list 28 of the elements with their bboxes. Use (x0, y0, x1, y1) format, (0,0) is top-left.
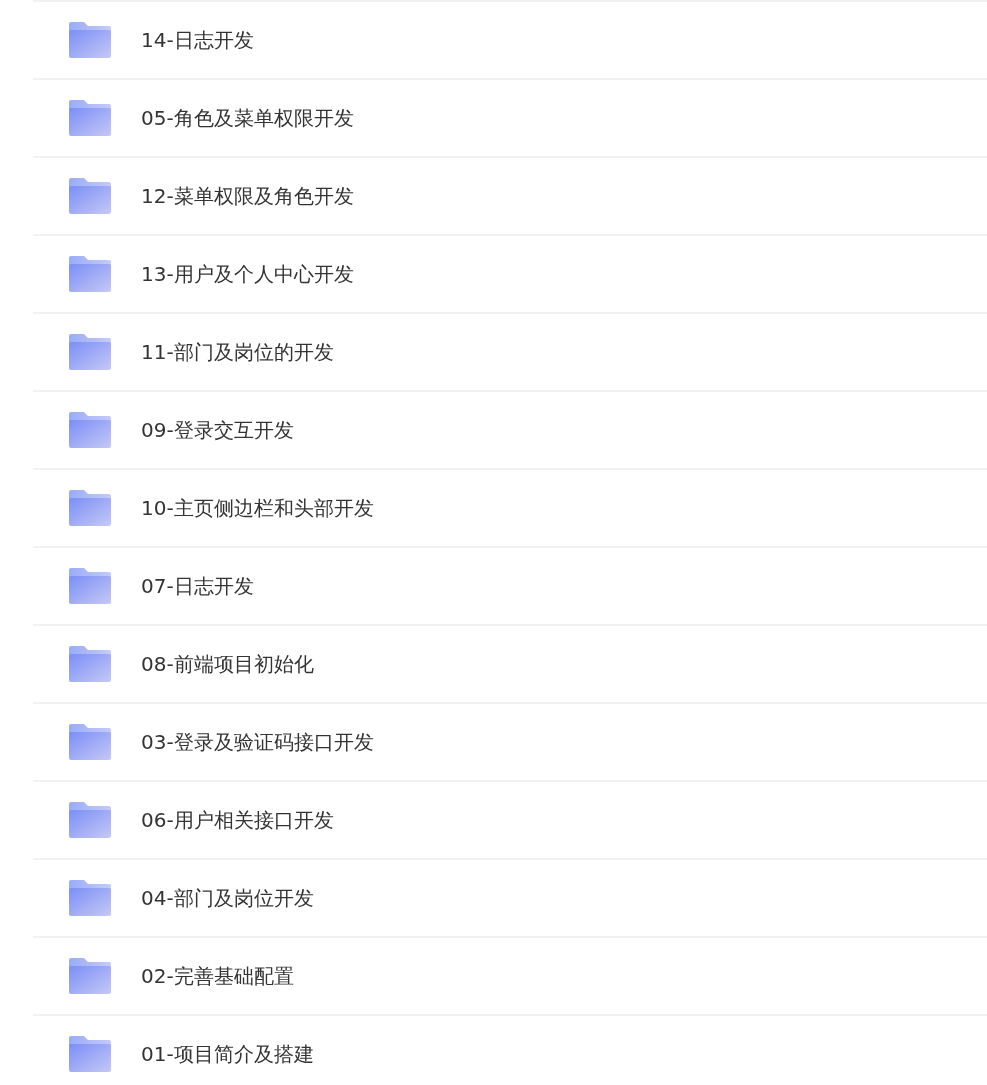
folder-name[interactable]: 07-日志开发 (141, 572, 254, 600)
folder-name[interactable]: 13-用户及个人中心开发 (141, 260, 354, 288)
folder-name[interactable]: 02-完善基础配置 (141, 962, 294, 990)
folder-name[interactable]: 14-日志开发 (141, 26, 254, 54)
folder-icon (69, 334, 111, 370)
folder-name[interactable]: 06-用户相关接口开发 (141, 806, 334, 834)
folder-icon (69, 100, 111, 136)
folder-name[interactable]: 08-前端项目初始化 (141, 650, 314, 678)
folder-icon (69, 724, 111, 760)
folder-name[interactable]: 05-角色及菜单权限开发 (141, 104, 354, 132)
folder-name[interactable]: 11-部门及岗位的开发 (141, 338, 334, 366)
folder-name[interactable]: 12-菜单权限及角色开发 (141, 182, 354, 210)
folder-icon (69, 412, 111, 448)
folder-icon (69, 568, 111, 604)
folder-name[interactable]: 04-部门及岗位开发 (141, 884, 314, 912)
folder-icon (69, 958, 111, 994)
folder-name[interactable]: 03-登录及验证码接口开发 (141, 728, 374, 756)
folder-icon (69, 646, 111, 682)
folder-name[interactable]: 09-登录交互开发 (141, 416, 294, 444)
folder-name[interactable]: 01-项目简介及搭建 (141, 1040, 314, 1068)
folder-icon (69, 22, 111, 58)
folder-icon (69, 880, 111, 916)
folder-icon (69, 802, 111, 838)
folder-icon (69, 1036, 111, 1072)
folder-name[interactable]: 10-主页侧边栏和头部开发 (141, 494, 374, 522)
folder-icon (69, 490, 111, 526)
folder-icon (69, 256, 111, 292)
folder-icon (69, 178, 111, 214)
